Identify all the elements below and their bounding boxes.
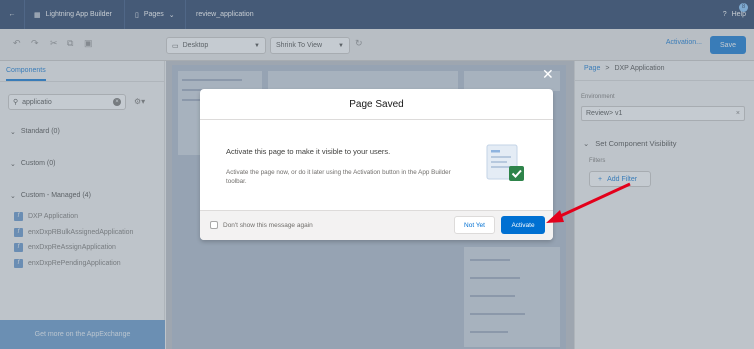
activate-button[interactable]: Activate <box>501 216 545 234</box>
page-saved-modal: Page Saved Activate this page to make it… <box>200 89 553 240</box>
not-yet-button[interactable]: Not Yet <box>454 216 495 234</box>
checkbox-label: Don't show this message again <box>223 221 313 229</box>
checkbox-box[interactable] <box>210 221 218 229</box>
close-icon[interactable]: ✕ <box>542 67 554 81</box>
modal-main-text: Activate this page to make it visible to… <box>226 147 391 156</box>
dont-show-checkbox[interactable]: Don't show this message again <box>210 221 313 229</box>
modal-sub-text: Activate the page now, or do it later us… <box>226 169 451 185</box>
activation-illustration-icon <box>486 144 524 181</box>
modal-title: Page Saved <box>200 89 553 120</box>
annotation-arrow-icon <box>546 182 631 223</box>
